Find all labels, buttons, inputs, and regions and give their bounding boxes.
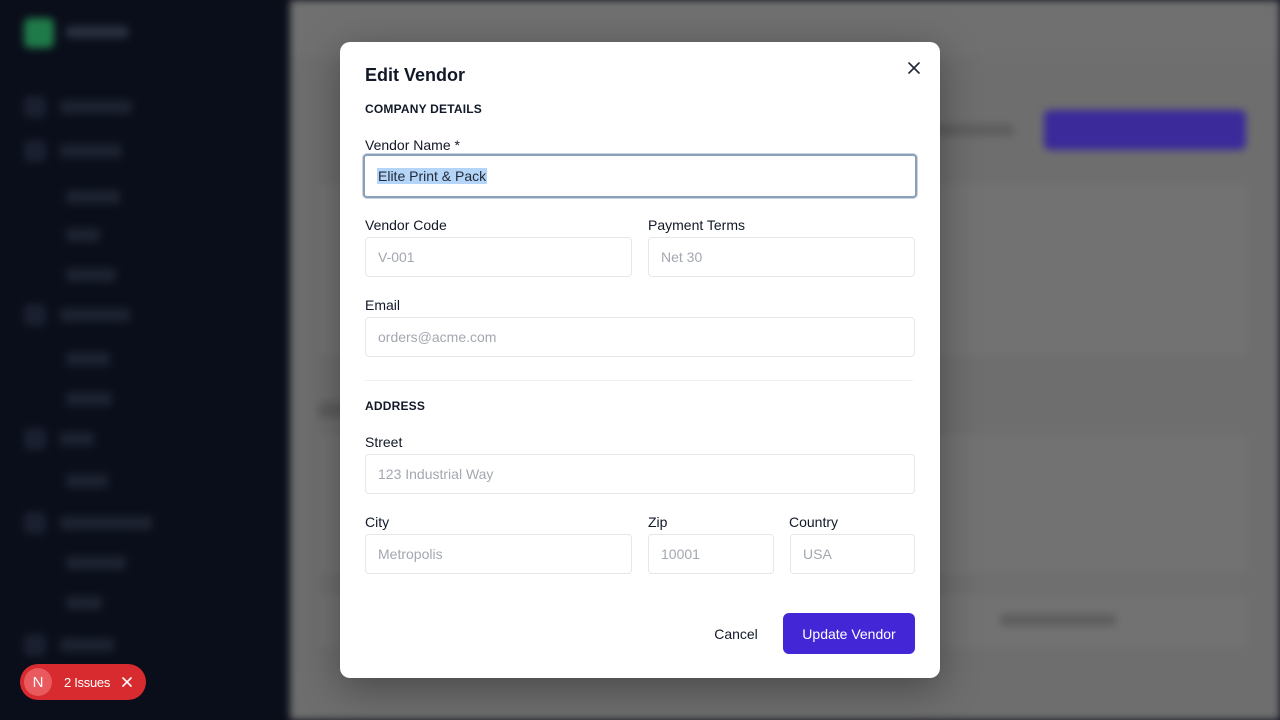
- close-icon: [908, 62, 920, 74]
- city-field[interactable]: [365, 534, 632, 574]
- cancel-button[interactable]: Cancel: [704, 624, 768, 644]
- email-label: Email: [365, 297, 401, 313]
- edit-vendor-modal: Edit Vendor COMPANY DETAILS Vendor Name …: [340, 42, 940, 678]
- issues-close-button[interactable]: [120, 675, 134, 689]
- city-label: City: [365, 514, 390, 530]
- country-field[interactable]: [790, 534, 915, 574]
- modal-title: Edit Vendor: [365, 65, 466, 85]
- close-icon: [122, 677, 132, 687]
- issues-count: 2 Issues: [64, 674, 111, 690]
- street-field[interactable]: [365, 454, 915, 494]
- issues-logo-icon: N: [24, 668, 52, 696]
- vendor-name-label: Vendor Name *: [365, 137, 460, 153]
- zip-field[interactable]: [648, 534, 774, 574]
- primary-action-button: [1044, 110, 1246, 150]
- country-label: Country: [789, 514, 839, 530]
- zip-label: Zip: [648, 514, 668, 530]
- close-button[interactable]: [904, 58, 924, 78]
- payment-terms-label: Payment Terms: [648, 217, 745, 233]
- vendor-code-label: Vendor Code: [365, 217, 447, 233]
- vendor-code-field[interactable]: [365, 237, 632, 277]
- vendor-name-field[interactable]: Elite Print & Pack: [363, 154, 917, 198]
- sidebar: [0, 0, 290, 720]
- vendor-name-value: Elite Print & Pack: [377, 168, 488, 184]
- company-details-heading: COMPANY DETAILS: [365, 102, 483, 116]
- update-vendor-button[interactable]: Update Vendor: [783, 613, 915, 654]
- payment-terms-field[interactable]: [648, 237, 915, 277]
- address-heading: ADDRESS: [365, 399, 426, 413]
- street-label: Street: [365, 434, 403, 450]
- section-divider: [365, 380, 913, 381]
- app-logo: [24, 18, 54, 48]
- email-field[interactable]: [365, 317, 915, 357]
- issues-badge[interactable]: N 2 Issues: [20, 664, 146, 700]
